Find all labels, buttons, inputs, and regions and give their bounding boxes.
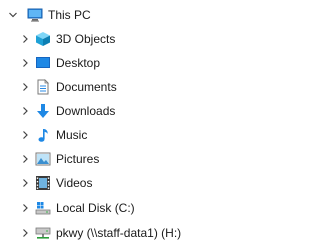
documents-icon: [35, 79, 51, 95]
tree-node-downloads[interactable]: Downloads: [0, 101, 246, 121]
tree-node-label: Videos: [56, 176, 93, 190]
tree-node-videos[interactable]: Videos: [0, 173, 246, 193]
chevron-right-icon[interactable]: [20, 154, 30, 164]
tree-node-label: This PC: [48, 8, 91, 22]
tree-node-network-drive[interactable]: pkwy (\\staff-data1) (H:): [0, 223, 246, 243]
tree-node-label: Documents: [56, 80, 117, 94]
tree-node-3d-objects[interactable]: 3D Objects: [0, 29, 246, 49]
tree-node-label: Pictures: [56, 152, 100, 166]
tree-node-local-disk[interactable]: Local Disk (C:): [0, 198, 246, 218]
chevron-down-icon[interactable]: [8, 10, 18, 20]
pictures-icon: [35, 151, 51, 167]
tree-node-desktop[interactable]: Desktop: [0, 53, 246, 73]
chevron-right-icon[interactable]: [20, 130, 30, 140]
tree-node-label: 3D Objects: [56, 32, 116, 46]
videos-icon: [35, 175, 51, 191]
music-icon: [35, 127, 51, 143]
3d-objects-icon: [35, 31, 51, 47]
tree-node-label: Local Disk (C:): [56, 201, 135, 215]
tree-node-music[interactable]: Music: [0, 125, 246, 145]
tree-node-label: Desktop: [56, 56, 101, 70]
chevron-right-icon[interactable]: [20, 34, 30, 44]
chevron-right-icon[interactable]: [20, 82, 30, 92]
tree-node-label: pkwy (\\staff-data1) (H:): [56, 226, 182, 240]
local-disk-icon: [35, 200, 51, 216]
tree-node-pictures[interactable]: Pictures: [0, 149, 246, 169]
chevron-right-icon[interactable]: [20, 228, 30, 238]
chevron-right-icon[interactable]: [20, 203, 30, 213]
chevron-right-icon[interactable]: [20, 106, 30, 116]
tree-node-documents[interactable]: Documents: [0, 77, 246, 97]
this-pc-icon: [27, 7, 43, 23]
downloads-icon: [35, 103, 51, 119]
tree-node-label: Music: [56, 128, 88, 142]
navigation-tree: This PC 3D Objects Desktop Documents Dow…: [0, 0, 246, 249]
chevron-right-icon[interactable]: [20, 178, 30, 188]
chevron-right-icon[interactable]: [20, 58, 30, 68]
tree-node-label: Downloads: [56, 104, 116, 118]
network-drive-icon: [35, 225, 51, 241]
desktop-icon: [35, 55, 51, 71]
tree-node-this-pc[interactable]: This PC: [0, 5, 246, 25]
